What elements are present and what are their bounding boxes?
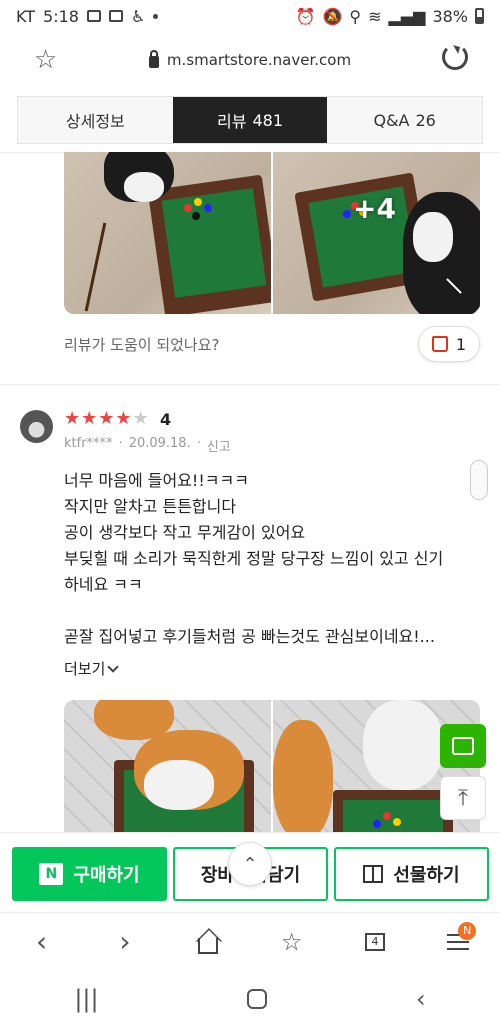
tab-count-icon: 4	[364, 932, 385, 951]
reload-icon[interactable]	[442, 44, 468, 70]
system-nav-bar: ||| ‹	[0, 970, 500, 1028]
scrollbar-thumb[interactable]	[470, 460, 488, 500]
meta-separator: ·	[196, 436, 201, 451]
tab-count: 26	[415, 110, 436, 130]
meta-separator: ·	[118, 436, 123, 451]
chevron-down-icon	[107, 660, 120, 673]
chevron-right-icon: ›	[119, 925, 131, 958]
gallery-notification-icon	[86, 10, 101, 22]
product-tabs: 상세정보 리뷰 481 Q&A 26	[17, 96, 483, 144]
review-date: 20.09.18.	[128, 436, 191, 451]
back-button[interactable]: ‹	[22, 922, 62, 962]
star-icon: ★	[98, 408, 115, 429]
review-line: 하네요 ㅋㅋ	[64, 575, 143, 594]
chevron-up-icon: ⌃	[242, 853, 258, 875]
tab-detail[interactable]: 상세정보	[18, 97, 173, 143]
review-photo[interactable]	[64, 152, 271, 314]
chevron-left-icon: ‹	[36, 925, 48, 958]
star-icon: ★	[132, 408, 149, 429]
review-photo[interactable]: +4	[273, 152, 480, 314]
location-icon: ⚲	[349, 6, 362, 26]
system-back-icon[interactable]: ‹	[416, 985, 426, 1013]
review-photo[interactable]	[64, 700, 271, 832]
clock: 5:18	[43, 6, 79, 26]
review-line: 부딪힐 때 소리가 묵직한게 정말 당구장 느낌이 있고 신기	[64, 549, 444, 568]
video-notification-icon	[108, 10, 123, 22]
collapse-handle[interactable]: ⌃	[228, 842, 272, 886]
bookmark-star-icon: ☆	[280, 927, 303, 956]
arrow-up-icon: ⤒	[458, 785, 468, 811]
wifi-icon: ≋	[368, 6, 382, 26]
bookmark-star-icon[interactable]: ☆	[34, 45, 57, 75]
battery-level: 38%	[432, 6, 468, 26]
star-icon: ★	[81, 408, 98, 429]
rating-value: 4	[160, 410, 172, 429]
home-icon	[198, 937, 219, 954]
gift-icon	[363, 865, 384, 883]
menu-button[interactable]: N	[438, 921, 478, 962]
expand-icon[interactable]	[444, 278, 460, 294]
gift-label: 선물하기	[393, 865, 460, 886]
buy-label: 구매하기	[73, 865, 140, 886]
review-meta: ktfr**** · 20.09.18. · 신고	[64, 436, 231, 455]
helpful-question: 리뷰가 도움이 되었나요?	[64, 336, 220, 354]
system-home-icon[interactable]	[247, 989, 268, 1009]
review-text: 너무 마음에 들어요!!ㅋㅋㅋ 작지만 알차고 튼튼합니다 공이 생각보다 작고…	[64, 468, 474, 650]
lock-icon	[148, 50, 159, 68]
accessibility-icon: ♿	[130, 6, 146, 26]
battery-icon	[475, 8, 484, 24]
more-notifications-icon	[153, 13, 159, 19]
star-icon: ★	[115, 408, 132, 429]
helpful-button[interactable]: 1	[418, 326, 480, 362]
tab-label: Q&A	[373, 110, 410, 130]
home-button[interactable]	[188, 922, 228, 962]
tab-review[interactable]: 리뷰 481	[172, 97, 328, 143]
signal-icon: ▂▄▆	[388, 6, 426, 26]
talk-talk-button[interactable]	[440, 724, 486, 768]
review-line: 공이 생각보다 작고 무게감이 있어요	[64, 523, 306, 542]
read-more-label: 더보기	[64, 660, 106, 678]
more-photos-count: +4	[353, 192, 396, 225]
buy-button[interactable]: N 구매하기	[12, 847, 167, 901]
read-more-link[interactable]: 더보기	[64, 658, 120, 679]
thumbs-up-icon	[431, 336, 448, 352]
tab-count: 481	[252, 110, 283, 130]
review-user: ktfr****	[64, 436, 113, 451]
review-line: 작지만 알차고 튼튼합니다	[64, 497, 237, 516]
new-badge: N	[458, 921, 477, 940]
helpful-count: 1	[455, 334, 467, 354]
tab-label: 상세정보	[65, 112, 125, 131]
carrier-label: KT	[16, 6, 36, 26]
forward-button[interactable]: ›	[105, 922, 145, 962]
address-bar: ☆ m.smartstore.naver.com	[0, 32, 500, 88]
tab-qna[interactable]: Q&A 26	[327, 97, 483, 143]
tab-label: 리뷰	[217, 112, 247, 131]
review-line	[64, 598, 474, 624]
scroll-to-top-button[interactable]: ⤒	[440, 776, 486, 820]
review-photo-grid	[64, 700, 480, 832]
star-icon: ★	[64, 408, 81, 429]
review-line: 너무 마음에 들어요!!ㅋㅋㅋ	[64, 471, 249, 490]
report-link[interactable]: 신고	[207, 436, 231, 455]
url-text: m.smartstore.naver.com	[166, 51, 352, 69]
mute-icon: 🔕	[322, 6, 343, 26]
chat-icon	[452, 737, 474, 755]
browser-toolbar: ‹ › ☆ 4 N	[0, 912, 500, 970]
recent-apps-icon[interactable]: |||	[74, 985, 98, 1013]
avatar	[20, 410, 53, 443]
alarm-icon: ⏰	[295, 6, 316, 26]
url-field[interactable]: m.smartstore.naver.com	[148, 50, 352, 69]
bookmarks-button[interactable]: ☆	[272, 922, 312, 962]
tabs-button[interactable]: 4	[355, 922, 395, 962]
npay-icon: N	[39, 863, 64, 885]
review-photo-grid: +4	[64, 152, 480, 314]
review-line: 곧잘 집어넣고 후기들처럼 공 빠는것도 관심보이네요!...	[64, 627, 435, 646]
star-rating: ★ ★ ★ ★ ★	[64, 409, 149, 429]
status-bar: KT 5:18 ♿ ⏰ 🔕 ⚲ ≋ ▂▄▆ 38%	[0, 0, 500, 32]
gift-button[interactable]: 선물하기	[334, 847, 489, 901]
divider	[0, 384, 500, 385]
